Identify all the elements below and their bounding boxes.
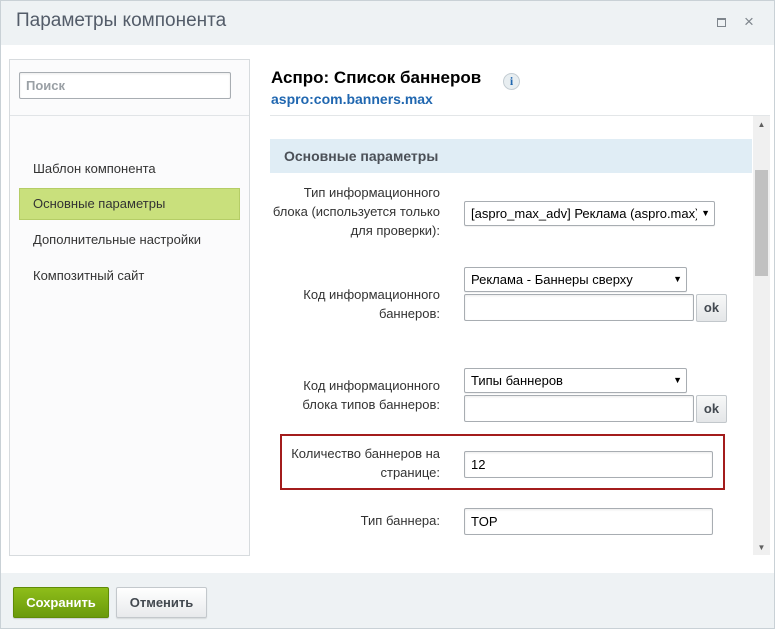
maximize-icon[interactable] — [713, 14, 729, 30]
chevron-down-icon: ▼ — [669, 268, 682, 291]
scroll-thumb[interactable] — [755, 170, 768, 276]
dialog-footer: Сохранить Отменить — [1, 573, 774, 628]
main-panel: Аспро: Список баннеров i aspro:com.banne… — [270, 45, 770, 573]
params-scroll-panel: Основные параметры Тип информационного б… — [270, 115, 770, 555]
iblock-code-select-value: Реклама - Баннеры сверху — [471, 272, 633, 287]
section-header: Основные параметры — [270, 139, 752, 173]
vertical-scrollbar[interactable]: ▲ ▼ — [753, 116, 770, 555]
iblock-code-input[interactable] — [464, 294, 694, 321]
dialog-title: Параметры компонента — [16, 10, 227, 31]
sidebar-item-template[interactable]: Шаблон компонента — [19, 153, 240, 185]
sidebar-divider — [10, 115, 249, 116]
sidebar: Шаблон компонента Основные параметры Доп… — [9, 59, 250, 556]
sidebar-item-main-params[interactable]: Основные параметры — [19, 188, 240, 220]
dialog-titlebar: Параметры компонента × — [1, 1, 774, 45]
save-button[interactable]: Сохранить — [13, 587, 109, 618]
iblock-code-select[interactable]: Реклама - Баннеры сверху ▼ — [464, 267, 687, 292]
types-iblock-code-label: Код информационного блока типов баннеров… — [302, 378, 440, 412]
sidebar-item-extra-settings[interactable]: Дополнительные настройки — [19, 224, 240, 256]
iblock-type-label: Тип информационного блока (используется … — [272, 185, 440, 238]
banners-count-label: Количество баннеров на странице: — [291, 446, 440, 480]
scroll-down-icon[interactable]: ▼ — [753, 539, 770, 555]
banner-type-input[interactable]: TOP — [464, 508, 713, 535]
chevron-down-icon: ▼ — [669, 369, 682, 392]
search-input[interactable] — [19, 72, 231, 99]
iblock-type-select-value: [aspro_max_adv] Реклама (aspro.max) — [471, 206, 700, 221]
sidebar-item-composite-site[interactable]: Композитный сайт — [19, 260, 240, 292]
types-iblock-code-select-value: Типы баннеров — [471, 373, 563, 388]
component-params-dialog: Параметры компонента × Шаблон компонента… — [0, 0, 775, 629]
info-icon[interactable]: i — [503, 73, 520, 90]
scroll-up-icon[interactable]: ▲ — [753, 116, 770, 133]
banner-type-label: Тип баннера: — [360, 513, 440, 528]
component-title: Аспро: Список баннеров — [271, 68, 482, 87]
iblock-code-label: Код информационного баннеров: — [303, 287, 440, 321]
types-iblock-code-ok-button[interactable]: ok — [696, 395, 727, 423]
types-iblock-code-input[interactable] — [464, 395, 694, 422]
close-icon[interactable]: × — [741, 13, 757, 30]
component-code: aspro:com.banners.max — [271, 91, 433, 107]
banners-count-input[interactable]: 12 — [464, 451, 713, 478]
cancel-button[interactable]: Отменить — [116, 587, 207, 618]
types-iblock-code-select[interactable]: Типы баннеров ▼ — [464, 368, 687, 393]
chevron-down-icon: ▼ — [697, 202, 710, 225]
iblock-type-select[interactable]: [aspro_max_adv] Реклама (aspro.max) ▼ — [464, 201, 715, 226]
iblock-code-ok-button[interactable]: ok — [696, 294, 727, 322]
dialog-content: Шаблон компонента Основные параметры Доп… — [1, 45, 774, 573]
